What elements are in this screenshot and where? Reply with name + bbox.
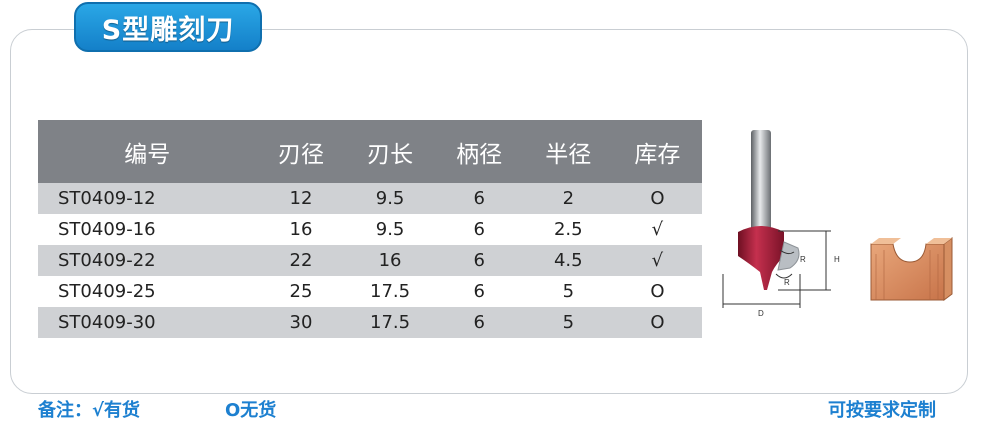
cell-radius: 5: [523, 307, 613, 338]
cell-stock: √: [612, 245, 702, 276]
title-badge: S型雕刻刀: [74, 2, 262, 52]
cell-cut-diameter: 22: [256, 245, 346, 276]
cell-shank-diameter: 6: [434, 214, 524, 245]
cell-stock: O: [612, 307, 702, 338]
table-row: ST0409-22 22 16 6 4.5 √: [38, 245, 702, 276]
cell-radius: 2: [523, 183, 613, 214]
cell-code: ST0409-30: [38, 307, 257, 338]
stock-note: 备注：√有货: [38, 400, 141, 421]
cell-shank-diameter: 6: [434, 245, 524, 276]
cell-cut-length: 9.5: [345, 183, 435, 214]
page-title: S型雕刻刀: [101, 14, 235, 46]
cell-stock: O: [612, 183, 702, 214]
diameter-label: D: [758, 309, 764, 318]
cell-code: ST0409-12: [38, 183, 257, 214]
spec-table: 编号 刃径 刃长 柄径 半径 库存 ST0409-12 12 9.5 6 2 O…: [38, 120, 702, 338]
header-shank-diameter: 柄径: [434, 120, 524, 183]
cell-cut-length: 16: [345, 245, 435, 276]
cell-code: ST0409-25: [38, 276, 257, 307]
table-header-row: 编号 刃径 刃长 柄径 半径 库存: [38, 120, 702, 183]
router-bit-illustration: H D R R: [722, 130, 953, 318]
cell-cut-length: 9.5: [345, 214, 435, 245]
cell-radius: 2.5: [523, 214, 613, 245]
table-row: ST0409-30 30 17.5 6 5 O: [38, 307, 702, 338]
cell-cut-diameter: 30: [256, 307, 346, 338]
cell-radius: 4.5: [523, 245, 613, 276]
height-label: H: [834, 255, 840, 264]
header-stock: 库存: [612, 120, 702, 183]
header-cut-diameter: 刃径: [256, 120, 346, 183]
cell-stock: √: [612, 214, 702, 245]
cell-shank-diameter: 6: [434, 276, 524, 307]
table-row: ST0409-25 25 17.5 6 5 O: [38, 276, 702, 307]
header-code: 编号: [38, 120, 257, 183]
router-bit: [738, 130, 800, 290]
radius-label-lower: R: [784, 278, 790, 287]
cell-code: ST0409-22: [38, 245, 257, 276]
cell-cut-length: 17.5: [345, 307, 435, 338]
wood-sample: [870, 237, 953, 301]
shank: [751, 130, 771, 234]
cell-shank-diameter: 6: [434, 307, 524, 338]
cell-radius: 5: [523, 276, 613, 307]
cell-shank-diameter: 6: [434, 183, 524, 214]
cell-cut-diameter: 25: [256, 276, 346, 307]
cell-cut-diameter: 12: [256, 183, 346, 214]
custom-order-note: 可按要求定制: [828, 400, 936, 421]
header-radius: 半径: [523, 120, 613, 183]
table-row: ST0409-16 16 9.5 6 2.5 √: [38, 214, 702, 245]
cell-code: ST0409-16: [38, 214, 257, 245]
radius-label-upper: R: [800, 255, 806, 264]
cutter-head: [738, 226, 784, 290]
out-of-stock-note: O无货: [225, 400, 277, 421]
table-row: ST0409-12 12 9.5 6 2 O: [38, 183, 702, 214]
cell-cut-length: 17.5: [345, 276, 435, 307]
cell-cut-diameter: 16: [256, 214, 346, 245]
header-cut-length: 刃长: [345, 120, 435, 183]
cell-stock: O: [612, 276, 702, 307]
